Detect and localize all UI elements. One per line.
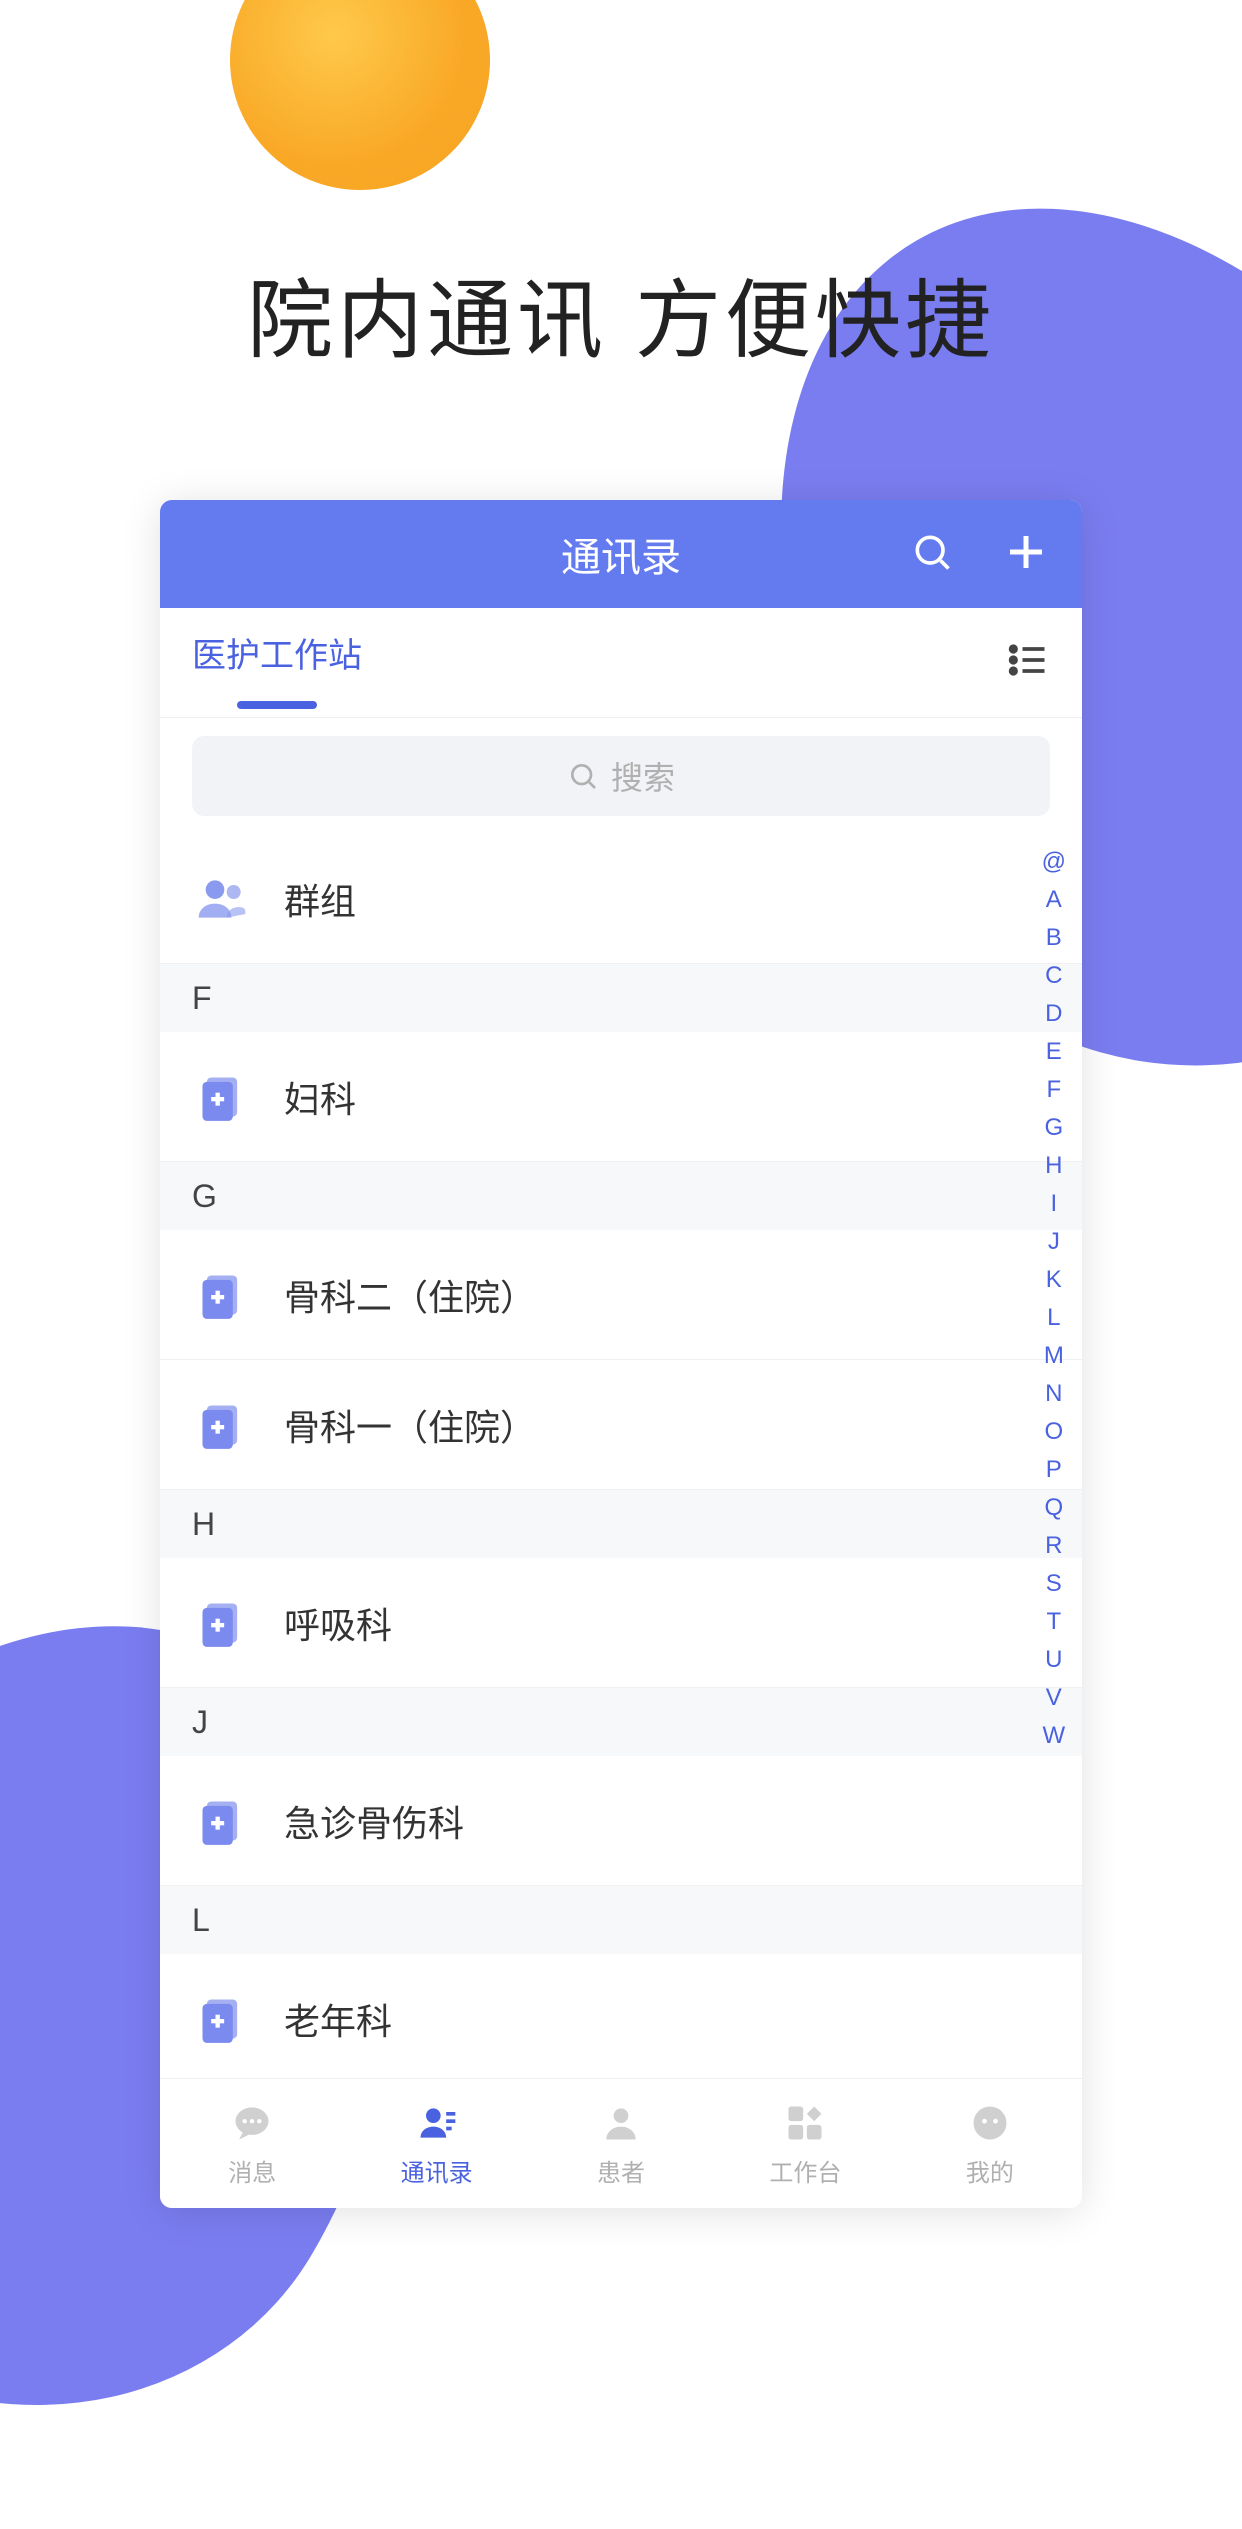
alphabet-index[interactable]: @ABCDEFGHIJKLMNOPQRSTUVW [1042,844,1066,1754]
grid-icon [781,2099,829,2147]
department-icon [192,1395,252,1455]
section-header-G: G [160,1162,1082,1230]
department-icon [192,1593,252,1653]
nav-item-label: 通讯录 [401,2153,473,2188]
index-letter[interactable]: V [1046,1680,1062,1716]
department-row[interactable]: 老年科 [160,1954,1082,2078]
nav-item-label: 患者 [597,2153,645,2188]
department-icon [192,1067,252,1127]
index-letter[interactable]: H [1045,1148,1062,1184]
nav-item-label: 工作台 [769,2153,841,2188]
section-header-J: J [160,1688,1082,1756]
groups-icon [192,869,252,929]
person-icon [597,2099,645,2147]
decorative-circle [230,0,490,190]
nav-item-face[interactable]: 我的 [898,2079,1082,2208]
index-letter[interactable]: T [1046,1604,1061,1640]
index-letter[interactable]: R [1045,1528,1062,1564]
department-icon [192,1265,252,1325]
index-letter[interactable]: N [1045,1376,1062,1412]
nav-item-contacts[interactable]: 通讯录 [344,2079,528,2208]
department-label: 骨科二（住院） [284,1269,536,1321]
search-icon[interactable] [910,530,954,579]
department-row[interactable]: 急诊骨伤科 [160,1756,1082,1886]
contacts-icon [413,2099,461,2147]
index-letter[interactable]: J [1048,1224,1060,1260]
department-row[interactable]: 骨科二（住院） [160,1230,1082,1360]
department-icon [192,1791,252,1851]
department-label: 急诊骨伤科 [284,1795,464,1847]
promo-title: 院内通讯 方便快捷 [0,250,1242,375]
index-letter[interactable]: O [1044,1414,1063,1450]
contact-list-container: 群组 F 妇科 G 骨科二（住院） 骨科一（住院） H 呼吸科 J 急诊骨伤科 L 老年科 @ABC… [160,834,1082,2078]
index-letter[interactable]: D [1045,996,1062,1032]
search-input[interactable]: 搜索 [192,736,1050,816]
index-letter[interactable]: E [1046,1034,1062,1070]
index-letter[interactable]: L [1047,1300,1060,1336]
department-label: 呼吸科 [284,1597,392,1649]
section-header-F: F [160,964,1082,1032]
index-letter[interactable]: W [1042,1718,1065,1754]
groups-row[interactable]: 群组 [160,834,1082,964]
index-letter[interactable]: F [1046,1072,1061,1108]
nav-item-label: 我的 [966,2153,1014,2188]
tab-bar: 医护工作站 [160,608,1082,718]
search-icon-small [567,760,599,792]
department-row[interactable]: 呼吸科 [160,1558,1082,1688]
search-placeholder: 搜索 [611,753,675,799]
section-header-L: L [160,1886,1082,1954]
index-letter[interactable]: I [1050,1186,1057,1222]
department-row[interactable]: 骨科一（住院） [160,1360,1082,1490]
top-nav-bar: 通讯录 [160,500,1082,608]
index-letter[interactable]: C [1045,958,1062,994]
department-icon [192,1989,252,2049]
bottom-nav: 消息 通讯录 患者 工作台 我的 [160,2078,1082,2208]
index-letter[interactable]: A [1046,882,1062,918]
nav-item-grid[interactable]: 工作台 [713,2079,897,2208]
nav-item-label: 消息 [228,2153,276,2188]
index-letter[interactable]: U [1045,1642,1062,1678]
groups-label: 群组 [284,873,356,925]
nav-item-person[interactable]: 患者 [529,2079,713,2208]
phone-frame: 通讯录 医护工作站 搜索 群组 F妇科G骨科二（住院）骨科一（ [160,500,1082,2208]
index-letter[interactable]: G [1044,1110,1063,1146]
chat-icon [228,2099,276,2147]
index-letter[interactable]: M [1044,1338,1064,1374]
department-label: 老年科 [284,1993,392,2045]
page-title: 通讯录 [561,525,681,583]
tab-workstation[interactable]: 医护工作站 [192,628,362,697]
section-header-H: H [160,1490,1082,1558]
nav-item-chat[interactable]: 消息 [160,2079,344,2208]
index-letter[interactable]: Q [1044,1490,1063,1526]
face-icon [966,2099,1014,2147]
index-letter[interactable]: K [1046,1262,1062,1298]
department-row[interactable]: 妇科 [160,1032,1082,1162]
index-letter[interactable]: S [1046,1566,1062,1602]
department-label: 妇科 [284,1071,356,1123]
add-icon[interactable] [1002,528,1050,581]
list-menu-icon[interactable] [1006,638,1050,687]
index-letter[interactable]: B [1046,920,1062,956]
index-letter[interactable]: @ [1042,844,1066,880]
contact-list[interactable]: 群组 F 妇科 G 骨科二（住院） 骨科一（住院） H 呼吸科 J 急诊骨伤科 L 老年科 [160,834,1082,2078]
index-letter[interactable]: P [1046,1452,1062,1488]
department-label: 骨科一（住院） [284,1399,536,1451]
